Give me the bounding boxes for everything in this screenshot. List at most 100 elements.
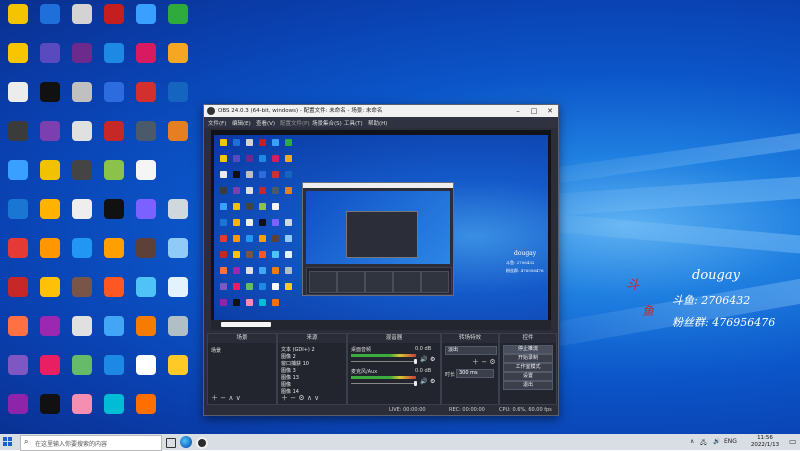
desktop-icon[interactable] [98, 392, 130, 428]
desktop-icon[interactable] [162, 197, 194, 233]
gear-icon[interactable]: ⚙ [430, 356, 435, 363]
transition-select[interactable]: 淡出 [445, 346, 497, 355]
speaker-icon[interactable]: 🔊 [420, 356, 427, 363]
source-item[interactable]: 图像 [281, 381, 291, 388]
desktop-icon[interactable] [34, 41, 66, 77]
close-icon[interactable]: ✕ [542, 105, 558, 117]
duration-input[interactable]: 300 ms [456, 369, 494, 378]
desktop-icon[interactable] [66, 158, 98, 194]
desktop-icon[interactable] [2, 392, 34, 428]
minimize-icon[interactable]: – [510, 105, 526, 117]
volume-knob[interactable] [414, 359, 417, 364]
network-icon[interactable]: 🖧 [700, 438, 707, 448]
scenes-controls[interactable]: ＋ − ∧ ∨ [211, 393, 241, 403]
desktop-icon[interactable] [34, 80, 66, 116]
windows-start-icon[interactable] [3, 437, 13, 447]
desktop-icon[interactable] [2, 197, 34, 233]
desktop-icon[interactable] [162, 353, 194, 389]
desktop-icon[interactable] [130, 392, 162, 428]
menu-edit[interactable]: 编辑(E) [232, 119, 251, 127]
desktop-icon[interactable] [66, 2, 98, 38]
transition-add-remove[interactable]: ＋ − ⚙ [472, 357, 496, 367]
desktop-icon[interactable] [2, 236, 34, 272]
desktop-icon[interactable] [98, 236, 130, 272]
desktop-icon[interactable] [2, 80, 34, 116]
obs-taskbar-icon[interactable] [196, 437, 208, 449]
input-lang[interactable]: ENG [724, 438, 737, 445]
clock[interactable]: 11:56 2022/1/13 [745, 435, 785, 449]
desktop-icon[interactable] [2, 353, 34, 389]
desktop-icon[interactable] [66, 80, 98, 116]
desktop-icon[interactable] [98, 2, 130, 38]
desktop-icon[interactable] [162, 119, 194, 155]
desktop-icon[interactable] [66, 353, 98, 389]
desktop-icon[interactable] [130, 158, 162, 194]
desktop-icon[interactable] [130, 80, 162, 116]
desktop-icon[interactable] [2, 158, 34, 194]
source-item[interactable]: 文本 (GDI+) 2 [281, 346, 315, 353]
desktop-icon[interactable] [34, 392, 66, 428]
desktop-icon[interactable] [98, 353, 130, 389]
desktop-icon[interactable] [34, 236, 66, 272]
desktop-icon[interactable] [98, 314, 130, 350]
desktop-icon[interactable] [66, 314, 98, 350]
desktop-icon[interactable] [130, 2, 162, 38]
volume-icon[interactable]: 🔊 [713, 438, 720, 445]
menu-view[interactable]: 查看(V) [256, 119, 275, 127]
desktop-icon[interactable] [34, 197, 66, 233]
desktop-icon[interactable] [66, 275, 98, 311]
desktop-icon[interactable] [130, 41, 162, 77]
desktop-icon[interactable] [34, 158, 66, 194]
source-item[interactable]: 图像 2 [281, 353, 296, 360]
stop-streaming-button[interactable]: 停止推流 [503, 345, 553, 354]
speaker-icon[interactable]: 🔊 [420, 378, 427, 385]
desktop-icon[interactable] [130, 119, 162, 155]
desktop-icon[interactable] [130, 314, 162, 350]
desktop-icon[interactable] [162, 236, 194, 272]
desktop-icon[interactable] [66, 197, 98, 233]
desktop-icon[interactable] [162, 314, 194, 350]
desktop-icon[interactable] [2, 314, 34, 350]
settings-button[interactable]: 设置 [503, 372, 553, 381]
desktop-icon[interactable] [162, 41, 194, 77]
tray-chevron-icon[interactable]: ∧ [690, 438, 694, 445]
desktop-icon[interactable] [98, 41, 130, 77]
desktop-icon[interactable] [162, 80, 194, 116]
desktop-icon[interactable] [2, 2, 34, 38]
desktop-icon[interactable] [98, 275, 130, 311]
maximize-icon[interactable]: □ [526, 105, 542, 117]
desktop-icon[interactable] [34, 275, 66, 311]
start-recording-button[interactable]: 开始录制 [503, 354, 553, 363]
exit-button[interactable]: 退出 [503, 381, 553, 390]
source-item[interactable]: 图像 13 [281, 374, 299, 381]
desktop-icon[interactable] [2, 119, 34, 155]
desktop-icon[interactable] [66, 392, 98, 428]
desktop-icon[interactable] [130, 197, 162, 233]
source-item[interactable]: 图像 3 [281, 367, 296, 374]
search-box[interactable]: ⌕ 在这里输入你要搜索的内容 [20, 435, 162, 451]
desktop-icon[interactable] [98, 80, 130, 116]
menu-tools[interactable]: 工具(T) [344, 119, 363, 127]
desktop-icon[interactable] [162, 2, 194, 38]
studio-mode-button[interactable]: 工作室模式 [503, 363, 553, 372]
desktop-icon[interactable] [34, 353, 66, 389]
desktop-icon[interactable] [34, 119, 66, 155]
menu-scene-collection[interactable]: 场景集合(S) [312, 119, 342, 127]
gear-icon[interactable]: ⚙ [430, 378, 435, 385]
desktop-icon[interactable] [130, 236, 162, 272]
obs-window[interactable]: OBS 24.0.3 (64-bit, windows) - 配置文件: 未命名… [203, 104, 559, 416]
desktop-icon[interactable] [66, 41, 98, 77]
preview-canvas[interactable]: dougay 斗鱼: 2706432 粉丝群: 476956476 [211, 130, 551, 320]
notification-icon[interactable]: ▭ [789, 437, 797, 447]
desktop-icon[interactable] [66, 119, 98, 155]
volume-slider[interactable] [351, 383, 416, 384]
task-view-icon[interactable] [166, 438, 176, 448]
volume-slider[interactable] [351, 361, 416, 362]
desktop-icon[interactable] [34, 314, 66, 350]
obs-titlebar[interactable]: OBS 24.0.3 (64-bit, windows) - 配置文件: 未命名… [204, 105, 558, 117]
desktop-icon[interactable] [66, 236, 98, 272]
menu-file[interactable]: 文件(F) [208, 119, 226, 127]
desktop-icon[interactable] [130, 275, 162, 311]
desktop-icon[interactable] [98, 197, 130, 233]
desktop-icon[interactable] [34, 2, 66, 38]
